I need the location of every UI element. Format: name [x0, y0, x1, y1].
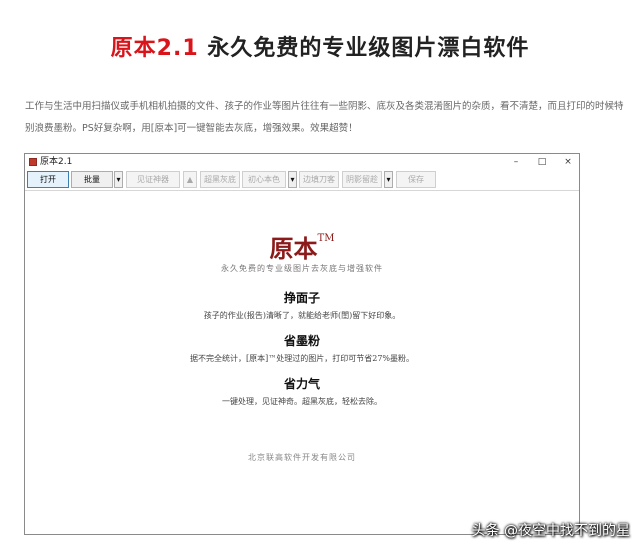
- welcome-panel: 原本TM 永久免费的专业级图片去灰底与增强软件 挣面子 孩子的作业(报告)清晰了…: [25, 191, 579, 534]
- edge-trim-button[interactable]: 边填刀客: [299, 171, 339, 188]
- save-button[interactable]: 保存: [396, 171, 436, 188]
- app-window: 原本2.1 – □ × 打开 批量 ▾ 见证神器 ▲ 超黑灰底 初心本色 ▾ 边…: [24, 153, 580, 535]
- color-dropdown-button[interactable]: ▾: [288, 171, 297, 188]
- trademark-mark: TM: [317, 233, 335, 244]
- super-black-button[interactable]: 超黑灰底: [200, 171, 240, 188]
- headline-brand: 原本2.1: [110, 36, 199, 61]
- page-headline: 原本2.1 永久免费的专业级图片漂白软件: [0, 30, 640, 62]
- shadow-dropdown-button[interactable]: ▾: [384, 171, 393, 188]
- logo-name: 原本: [269, 234, 318, 263]
- section-heading: 挣面子: [283, 291, 320, 305]
- tagline: 永久免费的专业级图片去灰底与增强软件: [221, 264, 383, 273]
- section-heading: 省墨粉: [283, 334, 320, 348]
- section-heading: 省力气: [283, 377, 320, 391]
- app-icon: [29, 158, 37, 166]
- toolbar: 打开 批量 ▾ 见证神器 ▲ 超黑灰底 初心本色 ▾ 边填刀客 阴影留趁 ▾ 保…: [25, 170, 579, 191]
- batch-button[interactable]: 批量: [71, 171, 113, 188]
- up-arrow-button[interactable]: ▲: [183, 171, 197, 188]
- batch-dropdown-button[interactable]: ▾: [114, 171, 123, 188]
- section-text: 据不完全统计，[原本]™处理过的图片，打印可节省27%墨粉。: [189, 354, 415, 363]
- description-paragraph: 工作与生活中用扫描仪或手机相机拍摄的文件、孩子的作业等图片往往有一些阴影、底灰及…: [25, 101, 624, 134]
- cert-photo-button[interactable]: 见证神器: [126, 171, 180, 188]
- section-text: 孩子的作业(报告)清晰了，就能给老师(閨)留下好印象。: [203, 311, 401, 320]
- logo-title: 原本TM: [25, 229, 579, 264]
- original-color-button[interactable]: 初心本色: [242, 171, 286, 188]
- title-bar: 原本2.1 – □ ×: [25, 154, 579, 170]
- shadow-remove-button[interactable]: 阴影留趁: [342, 171, 382, 188]
- open-button[interactable]: 打开: [27, 171, 69, 188]
- section-text: 一键处理，见证神奇。超黑灰底，轻松去除。: [222, 397, 382, 406]
- headline-text: 永久免费的专业级图片漂白软件: [207, 36, 530, 61]
- minimize-button[interactable]: –: [503, 154, 529, 170]
- close-button[interactable]: ×: [555, 154, 581, 170]
- watermark: 头条 @夜空中找不到的星: [471, 523, 630, 539]
- maximize-button[interactable]: □: [529, 154, 555, 170]
- company-name: 北京联高软件开发有限公司: [248, 453, 356, 462]
- window-title: 原本2.1: [40, 157, 73, 167]
